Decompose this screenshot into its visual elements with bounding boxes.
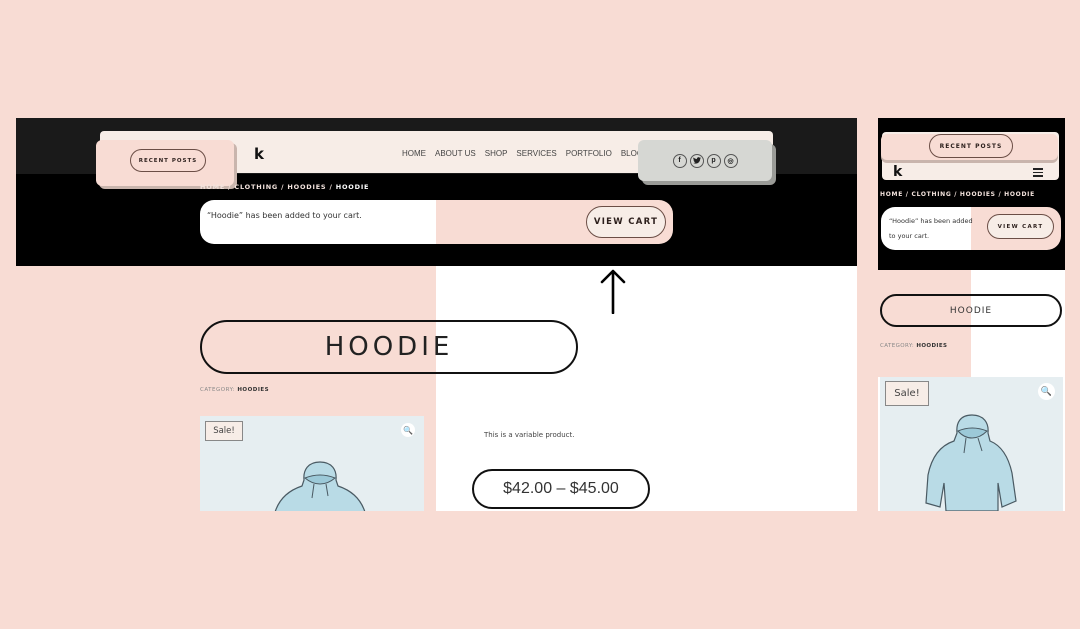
mobile-sale-badge: Sale! [885,381,929,406]
hoodie-illustration [274,461,366,511]
twitter-icon[interactable] [689,153,704,168]
mobile-category-label: CATEGORY: [880,343,915,349]
mobile-recent-posts-card: RECENT POSTS [881,134,1058,160]
view-cart-button[interactable]: VIEW CART [586,206,666,238]
mobile-site-logo[interactable]: k [893,164,902,180]
mobile-mockup: RECENT POSTS k HOME / CLOTHING / HOODIES… [878,118,1065,511]
breadcrumb: HOME / CLOTHING / HOODIES / HOODIE [200,183,369,191]
mobile-product-category: CATEGORY: HOODIES [880,343,947,349]
breadcrumb-separator: / [225,183,235,191]
sale-badge: Sale! [205,421,243,441]
category-link[interactable]: HOODIES [237,387,269,393]
pinterest-icon[interactable]: p [706,153,721,168]
breadcrumb-home[interactable]: HOME [200,183,225,191]
hamburger-menu-icon[interactable] [1033,168,1043,177]
mobile-view-cart-button[interactable]: VIEW CART [987,214,1054,239]
breadcrumb-separator: / [326,183,336,191]
nav-item-about-us[interactable]: ABOUT US [435,149,476,158]
desktop-mockup: RECENT POSTS k HOME ABOUT US SHOP SERVIC… [16,118,857,511]
recent-posts-button[interactable]: RECENT POSTS [130,149,206,172]
product-image[interactable]: Sale! 🔍 [200,416,424,511]
zoom-icon[interactable]: 🔍 [401,423,415,437]
product-title: HOODIE [200,320,578,374]
social-links-card: f p ◎ [638,140,772,181]
mobile-cart-notice: “Hoodie” has been added to your cart. VI… [881,207,1061,250]
nav-item-services[interactable]: SERVICES [516,149,556,158]
mobile-breadcrumb: HOME / CLOTHING / HOODIES / HOODIE [880,191,1035,198]
mobile-category-link[interactable]: HOODIES [916,343,947,349]
cart-notice: “Hoodie” has been added to your cart. VI… [200,200,673,244]
product-price: $42.00 – $45.00 [472,469,650,509]
category-label: CATEGORY: [200,387,236,393]
cart-notice-message: “Hoodie” has been added to your cart. [207,211,362,220]
nav-item-shop[interactable]: SHOP [485,149,508,158]
nav-item-home[interactable]: HOME [402,149,426,158]
recent-posts-card: RECENT POSTS [96,140,234,186]
arrow-up-icon [600,269,626,314]
site-logo[interactable]: k [254,145,264,163]
mobile-product-title: HOODIE [880,294,1062,327]
mobile-recent-posts-button[interactable]: RECENT POSTS [929,134,1013,158]
breadcrumb-current: HOODIE [335,183,370,191]
mobile-hoodie-illustration [925,414,1017,511]
breadcrumb-clothing[interactable]: CLOTHING [234,183,278,191]
product-description: This is a variable product. [484,431,575,439]
breadcrumb-separator: / [278,183,288,191]
mobile-product-image[interactable]: Sale! 🔍 [880,377,1063,511]
nav-item-portfolio[interactable]: PORTFOLIO [566,149,612,158]
mobile-zoom-icon[interactable]: 🔍 [1038,383,1055,400]
mobile-cart-notice-message: “Hoodie” has been added to your cart. [889,217,973,240]
breadcrumb-hoodies[interactable]: HOODIES [287,183,326,191]
facebook-icon[interactable]: f [672,153,687,168]
product-category: CATEGORY: HOODIES [200,387,269,393]
instagram-icon[interactable]: ◎ [723,153,738,168]
main-nav: HOME ABOUT US SHOP SERVICES PORTFOLIO BL… [402,149,643,158]
